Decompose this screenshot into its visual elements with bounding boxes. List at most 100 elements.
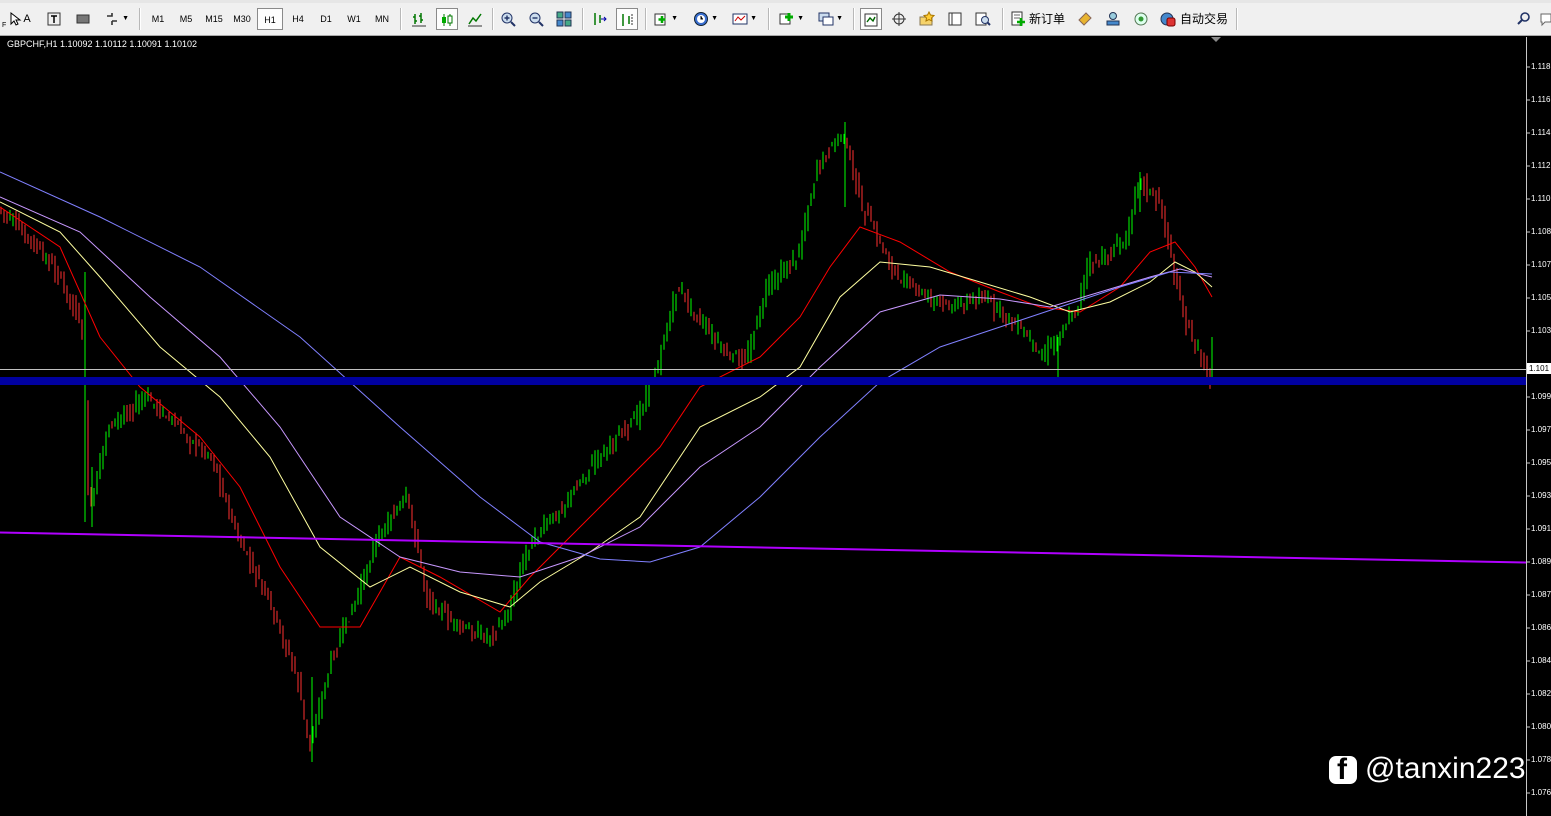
timeframe-m15-button[interactable]: M15: [201, 8, 227, 30]
tile-windows-icon: [556, 11, 572, 27]
toolbar-separator: [582, 8, 584, 30]
timeframe-mn-button[interactable]: MN: [369, 8, 395, 30]
trend-line[interactable]: [0, 531, 1527, 564]
new-order-label[interactable]: 新订单: [1029, 8, 1069, 30]
toolbar-separator: [400, 8, 402, 30]
price-tick-label: 1.084: [1531, 656, 1551, 665]
symbol-info-label: GBPCHF,H1 1.10092 1.10112 1.10091 1.1010…: [7, 39, 197, 49]
line-chart-button[interactable]: [464, 8, 486, 30]
price-tick-label: 1.087: [1531, 590, 1551, 599]
autotrade-label[interactable]: 自动交易: [1180, 8, 1236, 30]
price-tick-label: 1.108: [1531, 227, 1551, 236]
price-tick-label: 1.105: [1531, 293, 1551, 302]
new-chart-icon: [779, 13, 793, 25]
chart-shift-button[interactable]: [616, 8, 638, 30]
arrows-icon: [107, 13, 117, 25]
price-tick-label: 1.082: [1531, 689, 1551, 698]
zoom-out-icon: [529, 12, 544, 27]
toolbar-separator: [492, 8, 494, 30]
navigator-button[interactable]: [916, 8, 938, 30]
search-icon: [1517, 12, 1530, 25]
price-tick-label: 1.097: [1531, 425, 1551, 434]
crosshair-button[interactable]: [888, 8, 910, 30]
chat-button[interactable]: [1538, 8, 1551, 30]
rectangle-icon: [76, 14, 90, 24]
autotrade-icon: [1160, 12, 1176, 27]
price-tick-label: 1.089: [1531, 557, 1551, 566]
zoom-out-button[interactable]: [525, 8, 547, 30]
chat-icon: [1540, 13, 1551, 27]
indicators-button[interactable]: ▼: [650, 8, 678, 30]
signals-button[interactable]: [1130, 8, 1152, 30]
timeframe-d1-button[interactable]: D1: [313, 8, 339, 30]
templates-button[interactable]: ▼: [729, 8, 757, 30]
navigator-icon: [919, 11, 935, 26]
timeframe-m30-button[interactable]: M30: [229, 8, 255, 30]
price-tick-label: 1.078: [1531, 755, 1551, 764]
autotrade-button[interactable]: [1157, 8, 1179, 30]
signals-icon: [1134, 12, 1148, 26]
chevron-down-icon: ▼: [711, 15, 718, 22]
crosshair-icon: [892, 12, 906, 26]
autoscroll-button[interactable]: [588, 8, 610, 30]
rectangle-tool-button[interactable]: [72, 8, 94, 30]
price-tick-label: 1.095: [1531, 458, 1551, 467]
data-window-button[interactable]: [944, 8, 966, 30]
current-price-label: 1.101: [1527, 363, 1551, 374]
toolbar-separator: [853, 8, 855, 30]
strategy-tester-icon: [975, 12, 991, 26]
timeframe-m5-button[interactable]: M5: [173, 8, 199, 30]
bar-chart-button[interactable]: [408, 8, 430, 30]
templates-icon: [732, 13, 748, 25]
toolbar-separator: [1002, 8, 1004, 30]
timeframe-h1-button[interactable]: H1: [257, 8, 283, 30]
price-tick-label: 1.118: [1531, 62, 1551, 71]
chevron-down-icon: ▼: [671, 15, 678, 22]
profiles-icon: [818, 12, 834, 26]
toolbar-top-strip: [0, 0, 1551, 3]
indicators-icon: [654, 13, 666, 26]
arrows-dropdown-button[interactable]: ▼: [101, 8, 129, 30]
price-tick-label: 1.076: [1531, 788, 1551, 797]
price-tick-label: 1.103: [1531, 326, 1551, 335]
timeframe-w1-button[interactable]: W1: [341, 8, 367, 30]
tile-windows-button[interactable]: [553, 8, 575, 30]
market-watch-button[interactable]: [860, 8, 882, 30]
bar-chart-icon: [412, 13, 426, 27]
candlesticks-button[interactable]: [436, 8, 458, 30]
price-chart-window[interactable]: GBPCHF,H1 1.10092 1.10112 1.10091 1.1010…: [0, 37, 1551, 816]
periods-icon: [694, 12, 708, 26]
text-label-icon: [47, 12, 61, 26]
price-tick-label: 1.114: [1531, 128, 1551, 137]
timeframe-h4-button[interactable]: H4: [285, 8, 311, 30]
text-tool-button[interactable]: A: [16, 8, 38, 30]
price-tick-label: 1.116: [1531, 95, 1551, 104]
zoom-in-button[interactable]: [497, 8, 519, 30]
new-chart-button[interactable]: ▼: [776, 8, 804, 30]
periods-button[interactable]: ▼: [690, 8, 718, 30]
toolbar-separator: [645, 8, 647, 30]
chart-shift-marker-icon[interactable]: [1211, 37, 1221, 42]
price-tick-label: 1.107: [1531, 260, 1551, 269]
text-label-button[interactable]: [43, 8, 65, 30]
price-tick-label: 1.099: [1531, 392, 1551, 401]
profiles-button[interactable]: ▼: [815, 8, 843, 30]
new-order-icon: [1011, 11, 1025, 26]
chevron-down-icon: ▼: [750, 15, 757, 22]
metaeditor-button[interactable]: [1074, 8, 1096, 30]
chevron-down-icon: ▼: [122, 15, 129, 22]
price-chart-canvas[interactable]: [0, 37, 1551, 816]
strategy-tester-button[interactable]: [972, 8, 994, 30]
price-tick-label: 1.080: [1531, 722, 1551, 731]
chevron-down-icon: ▼: [797, 15, 804, 22]
timeframe-m1-button[interactable]: M1: [145, 8, 171, 30]
chevron-down-icon: ▼: [836, 15, 843, 22]
main-toolbar: F A ▼ M1 M5 M15 M30 H1 H4 D1 W1 MN ▼ ▼ ▼…: [0, 0, 1551, 36]
options-button[interactable]: [1102, 8, 1124, 30]
candlesticks-icon: [442, 14, 453, 26]
facebook-icon: f: [1329, 753, 1357, 786]
chart-shift-icon: [622, 14, 633, 26]
new-order-button[interactable]: [1007, 8, 1029, 30]
watermark-text: @tanxin223: [1365, 752, 1526, 785]
search-button[interactable]: [1513, 8, 1535, 30]
